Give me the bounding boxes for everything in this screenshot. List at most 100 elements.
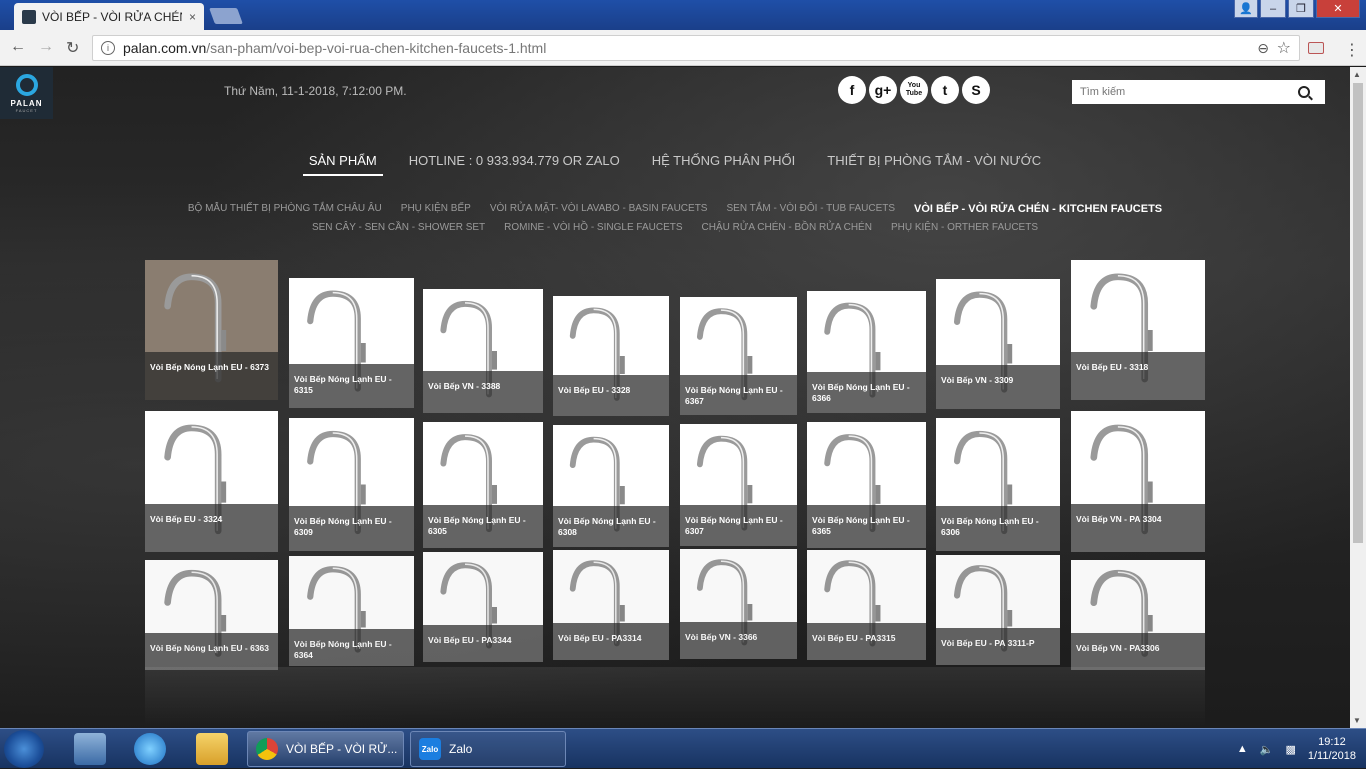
product-card[interactable]: Vòi Bếp EU - PA3315 <box>807 550 926 660</box>
category-sen-cay[interactable]: SEN CÂY - SEN CẦN - SHOWER SET <box>312 222 485 233</box>
product-card[interactable]: Vòi Bếp EU - PA 3311-P <box>936 555 1060 665</box>
extension-icon[interactable] <box>1308 42 1324 54</box>
tray-expand-icon[interactable]: ▲ <box>1237 743 1248 755</box>
search-icon[interactable] <box>1298 86 1310 98</box>
category-sen-tam[interactable]: SEN TẮM - VÒI ĐÔI - TUB FAUCETS <box>726 203 895 215</box>
social-links: f g+ You Tube t S <box>838 76 990 104</box>
product-card[interactable]: Vòi Bếp VN - PA 3304 <box>1071 411 1205 552</box>
url-host: palan.com.vn <box>123 40 207 56</box>
nav-san-pham[interactable]: SẢN PHẨM <box>302 153 383 176</box>
chrome-icon <box>256 738 278 760</box>
scrollbar-thumb[interactable] <box>1353 83 1363 543</box>
scroll-down-icon[interactable]: ▼ <box>1353 716 1361 725</box>
facebook-icon[interactable]: f <box>838 76 866 104</box>
product-name: Vòi Bếp Nóng Lạnh EU - 6363 <box>145 632 278 670</box>
logo-brand: PALAN <box>10 98 43 108</box>
product-card[interactable]: Vòi Bếp Nóng Lạnh EU - 6363 <box>145 560 278 670</box>
category-phu-kien[interactable]: PHỤ KIỆN - ORTHER FAUCETS <box>891 222 1038 233</box>
category-phu-kien-bep[interactable]: PHỤ KIỆN BẾP <box>401 203 471 215</box>
grid-reflection <box>145 667 1205 727</box>
product-card[interactable]: Vòi Bếp VN - 3388 <box>423 289 543 413</box>
category-voi-rua-mat[interactable]: VÒI RỬA MẶT- VÒI LAVABO - BASIN FAUCETS <box>490 203 708 215</box>
product-name: Vòi Bếp Nóng Lạnh EU - 6373 <box>145 352 278 400</box>
skype-icon[interactable]: S <box>962 76 990 104</box>
google-plus-icon[interactable]: g+ <box>869 76 897 104</box>
url-input[interactable]: i palan.com.vn/san-pham/voi-bep-voi-rua-… <box>92 35 1300 61</box>
tab-close-icon[interactable]: × <box>189 10 196 24</box>
nav-thiet-bi-phong-tam[interactable]: THIẾT BỊ PHÒNG TẮM - VÒI NƯỚC <box>811 153 1057 176</box>
network-icon[interactable]: ▩ <box>1285 743 1295 756</box>
product-name: Vòi Bếp Nóng Lạnh EU - 6308 <box>553 505 669 547</box>
reload-button[interactable]: ↻ <box>66 38 79 58</box>
product-card[interactable]: Vòi Bếp Nóng Lạnh EU - 6307 <box>680 424 797 546</box>
product-name: Vòi Bếp EU - PA3314 <box>553 622 669 660</box>
computer-icon[interactable] <box>74 733 106 765</box>
category-nav-row-1: BỘ MẪU THIẾT BỊ PHÒNG TẮM CHÂU ÂU PHỤ KI… <box>0 203 1350 215</box>
product-name: Vòi Bếp Nóng Lạnh EU - 6309 <box>289 505 414 551</box>
clock-time: 19:12 <box>1318 736 1346 748</box>
current-datetime: Thứ Năm, 11-1-2018, 7:12:00 PM. <box>224 84 407 98</box>
browser-titlebar: VÒI BẾP - VÒI RỬA CHÉN × 👤 – ❐ ✕ <box>0 0 1366 30</box>
minimize-button[interactable]: – <box>1260 0 1286 18</box>
nav-hotline[interactable]: HOTLINE : 0 933.934.779 OR ZALO <box>393 153 636 176</box>
maximize-button[interactable]: ❐ <box>1288 0 1314 18</box>
taskbar-zalo-window[interactable]: Zalo Zalo <box>410 731 566 767</box>
browser-menu-icon[interactable]: ⋮ <box>1344 40 1360 60</box>
product-card[interactable]: Vòi Bếp Nóng Lạnh EU - 6366 <box>807 291 926 413</box>
product-card[interactable]: Vòi Bếp EU - PA3314 <box>553 550 669 660</box>
start-button[interactable] <box>4 730 44 768</box>
product-card[interactable]: Vòi Bếp Nóng Lạnh EU - 6306 <box>936 418 1060 551</box>
taskbar-chrome-window[interactable]: VÒI BẾP - VÒI RỬ... <box>247 731 404 767</box>
search-input[interactable] <box>1072 86 1292 98</box>
browser-tab-active[interactable]: VÒI BẾP - VÒI RỬA CHÉN × <box>14 3 204 30</box>
product-card[interactable]: Vòi Bếp Nóng Lạnh EU - 6309 <box>289 418 414 551</box>
page-scrollbar[interactable]: ▲ ▼ <box>1350 67 1366 728</box>
volume-icon[interactable]: 🔈 <box>1260 743 1274 756</box>
nav-he-thong-phan-phoi[interactable]: HỆ THỐNG PHÂN PHỐI <box>636 153 812 176</box>
twitter-icon[interactable]: t <box>931 76 959 104</box>
taskbar-zalo-label: Zalo <box>449 742 473 756</box>
product-card[interactable]: Vòi Bếp Nóng Lạnh EU - 6365 <box>807 422 926 548</box>
internet-explorer-icon[interactable] <box>134 733 166 765</box>
product-card[interactable]: Vòi Bếp EU - PA3344 <box>423 552 543 662</box>
category-voi-bep[interactable]: VÒI BẾP - VÒI RỬA CHÉN - KITCHEN FAUCETS <box>914 203 1162 215</box>
search-box <box>1072 80 1325 104</box>
youtube-icon[interactable]: You Tube <box>900 76 928 104</box>
forward-button[interactable]: → <box>38 38 54 56</box>
system-tray: ▲ 🔈 ▩ 19:12 1/11/2018 <box>1237 729 1356 769</box>
profile-icon[interactable]: 👤 <box>1234 0 1258 18</box>
category-chau-rua-chen[interactable]: CHẬU RỬA CHÉN - BỒN RỬA CHÉN <box>702 222 872 233</box>
bookmark-star-icon[interactable]: ☆ <box>1277 38 1291 58</box>
address-bar-row: ← → ↻ i palan.com.vn/san-pham/voi-bep-vo… <box>0 30 1366 66</box>
new-tab-button[interactable] <box>209 8 243 24</box>
site-logo[interactable]: PALAN FAUCET <box>0 67 53 119</box>
system-clock[interactable]: 19:12 1/11/2018 <box>1308 735 1356 763</box>
product-name: Vòi Bếp EU - PA3315 <box>807 622 926 660</box>
close-window-button[interactable]: ✕ <box>1316 0 1360 18</box>
product-card[interactable]: Vòi Bếp VN - PA3306 <box>1071 560 1205 670</box>
product-card[interactable]: Vòi Bếp Nóng Lạnh EU - 6308 <box>553 425 669 547</box>
zoom-icon[interactable]: ⊖ <box>1257 40 1269 57</box>
windows-taskbar: VÒI BẾP - VÒI RỬ... Zalo Zalo ▲ 🔈 ▩ 19:1… <box>0 728 1366 768</box>
product-card[interactable]: Vòi Bếp EU - 3328 <box>553 296 669 416</box>
product-card[interactable]: Vòi Bếp Nóng Lạnh EU - 6305 <box>423 422 543 548</box>
product-card[interactable]: Vòi Bếp EU - 3318 <box>1071 260 1205 400</box>
product-card[interactable]: Vòi Bếp VN - 3309 <box>936 279 1060 409</box>
product-card[interactable]: Vòi Bếp Nóng Lạnh EU - 6315 <box>289 278 414 408</box>
file-explorer-icon[interactable] <box>196 733 228 765</box>
category-bo-mau[interactable]: BỘ MẪU THIẾT BỊ PHÒNG TẮM CHÂU ÂU <box>188 203 382 215</box>
back-button[interactable]: ← <box>10 38 26 56</box>
category-nav-row-2: SEN CÂY - SEN CẦN - SHOWER SET ROMINE - … <box>0 222 1350 233</box>
product-name: Vòi Bếp Nóng Lạnh EU - 6315 <box>289 363 414 408</box>
product-name: Vòi Bếp VN - 3309 <box>936 364 1060 409</box>
product-card[interactable]: Vòi Bếp EU - 3324 <box>145 411 278 552</box>
clock-date: 1/11/2018 <box>1307 750 1356 762</box>
category-romine[interactable]: ROMINE - VÒI HỒ - SINGLE FAUCETS <box>504 222 682 233</box>
product-card[interactable]: Vòi Bếp Nóng Lạnh EU - 6367 <box>680 297 797 415</box>
site-info-icon[interactable]: i <box>101 41 115 55</box>
product-card[interactable]: Vòi Bếp VN - 3366 <box>680 549 797 659</box>
product-name: Vòi Bếp EU - 3324 <box>145 504 278 552</box>
product-card[interactable]: Vòi Bếp Nóng Lạnh EU - 6364 <box>289 556 414 666</box>
scroll-up-icon[interactable]: ▲ <box>1353 70 1361 79</box>
product-card[interactable]: Vòi Bếp Nóng Lạnh EU - 6373 <box>145 260 278 400</box>
